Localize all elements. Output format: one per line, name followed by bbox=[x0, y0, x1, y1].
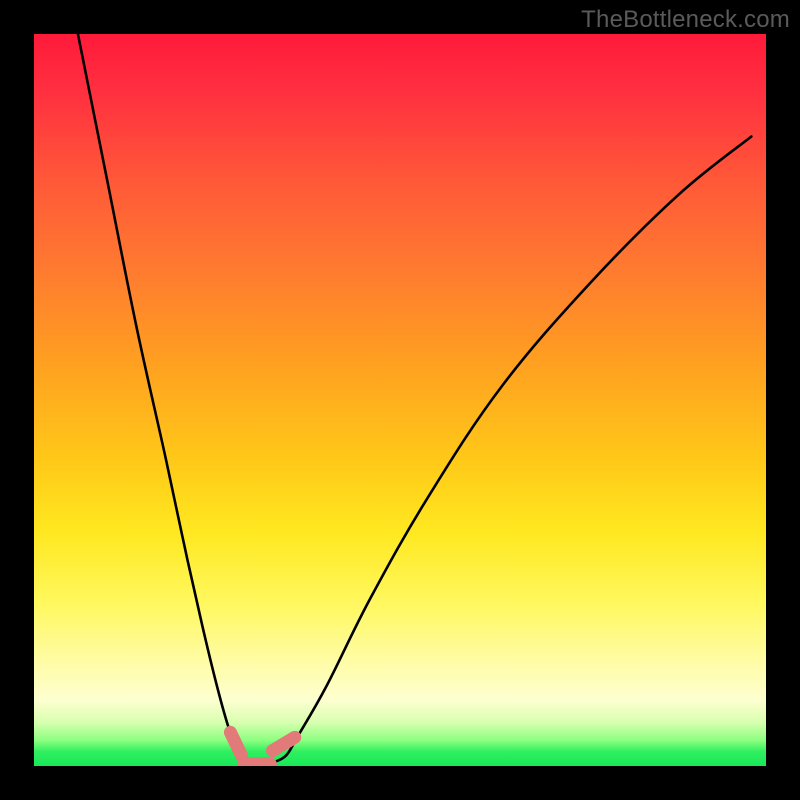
plot-area bbox=[34, 34, 766, 766]
curve-layer bbox=[34, 34, 766, 766]
chart-frame: TheBottleneck.com bbox=[0, 0, 800, 800]
watermark-text: TheBottleneck.com bbox=[581, 6, 790, 34]
curve-markers bbox=[230, 732, 294, 763]
bottleneck-curve bbox=[78, 34, 751, 764]
left-segment-marker bbox=[230, 732, 241, 755]
